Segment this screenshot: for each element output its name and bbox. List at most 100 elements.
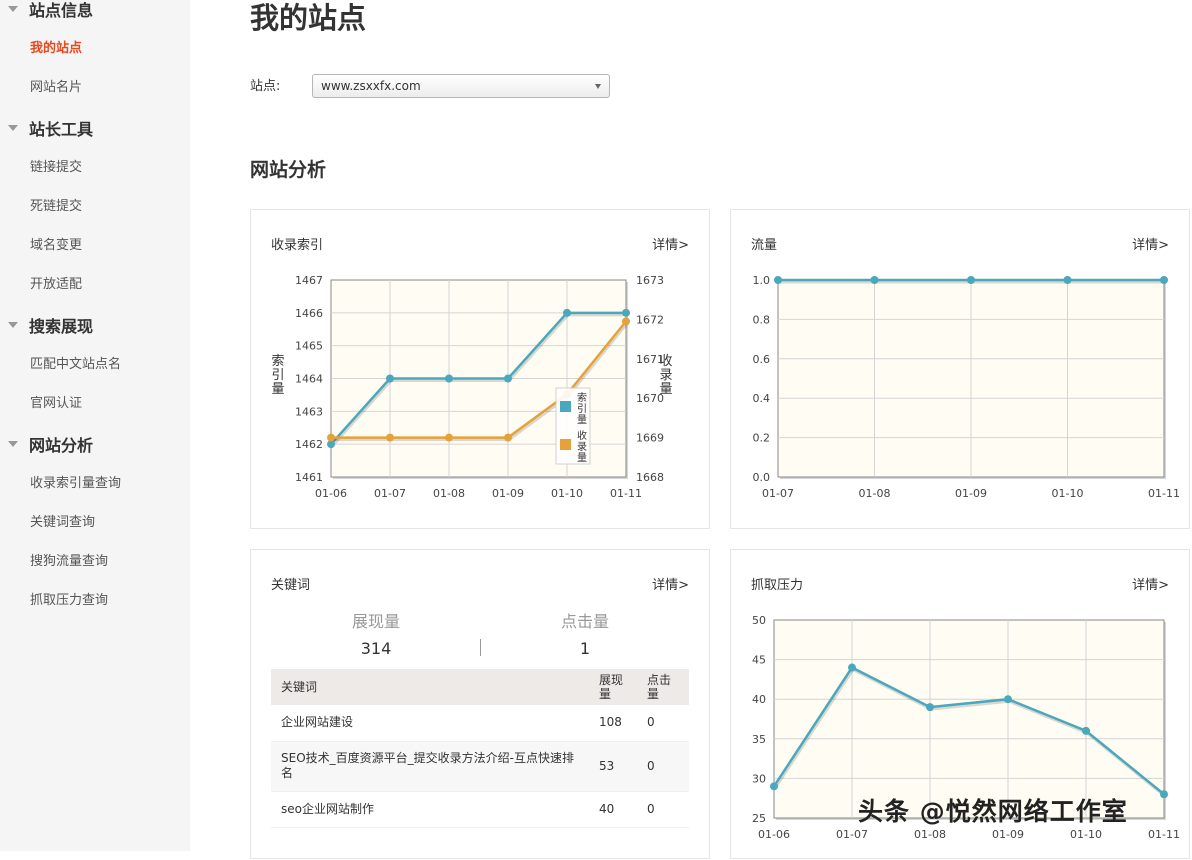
table-header-row: 关键词 展现量 点击量	[271, 669, 689, 705]
x-tick-label: 01-09	[992, 828, 1024, 841]
clicks-label: 点击量	[560, 612, 609, 631]
x-tick-label: 01-10	[1052, 487, 1084, 500]
sidebar-section-label: 站长工具	[29, 120, 94, 139]
y-tick-label: 1464	[295, 373, 323, 386]
x-tick-label: 01-11	[1148, 487, 1180, 500]
data-point	[848, 663, 856, 672]
table-row[interactable]: SEO技术_百度资源平台_提交收录方法介绍-互点快速排名 53 0	[271, 741, 689, 792]
sidebar-section-label: 站点信息	[29, 1, 94, 20]
sidebar-section-site-info[interactable]: 站点信息	[8, 0, 93, 21]
sidebar-item-my-sites[interactable]: 我的站点	[30, 39, 82, 59]
sidebar: 站点信息 我的站点 网站名片 站长工具 链接提交 死链提交 域名变更 开放适配 …	[0, 0, 190, 851]
sidebar-item-crawl-query[interactable]: 抓取压力查询	[30, 591, 108, 611]
section-title: 网站分析	[250, 159, 327, 181]
sidebar-item-deadlink-submit[interactable]: 死链提交	[30, 197, 82, 217]
x-tick-label: 01-10	[1070, 828, 1102, 841]
traffic-card: 流量 详情> 0.0 0.2 0.4 0.6 0.8 1.0 01-07 01-08 01-09…	[730, 209, 1190, 529]
sidebar-section-site-analysis[interactable]: 网站分析	[8, 432, 93, 456]
sidebar-item-link-submit[interactable]: 链接提交	[30, 158, 82, 178]
legend-swatch	[560, 439, 571, 450]
legend-label: 量	[577, 414, 587, 426]
data-point	[870, 276, 879, 284]
y-tick-label: 35	[752, 733, 766, 746]
column-header-impressions[interactable]: 展现量	[589, 669, 637, 705]
y-tick-label: 0.2	[753, 432, 771, 445]
legend-swatch	[560, 401, 571, 412]
y-tick-label: 1.0	[753, 274, 771, 287]
keyword-cell: 企业网站建设	[271, 705, 589, 742]
data-point	[563, 308, 571, 317]
data-point	[504, 433, 512, 442]
sidebar-item-traffic-query[interactable]: 搜狗流量查询	[30, 552, 108, 572]
site-select[interactable]: www.zsxxfx.com	[312, 74, 610, 98]
y-tick-label: 0.6	[753, 353, 771, 366]
keyword-cell: seo企业网站制作	[271, 791, 589, 828]
keywords-card: 关键词 详情> 展现量 点击量 314 1 关键词 展现量 点击量 企业网站建设…	[250, 549, 710, 859]
details-link[interactable]: 详情>	[652, 574, 689, 593]
data-point	[622, 308, 630, 317]
y2-tick-label: 1673	[636, 274, 664, 287]
chevron-down-icon	[595, 84, 601, 89]
y-tick-label: 0.4	[753, 392, 771, 405]
collapse-triangle-icon	[8, 322, 18, 328]
impressions-value: 314	[360, 639, 392, 658]
column-header-keyword[interactable]: 关键词	[271, 669, 589, 705]
sidebar-section-webmaster-tools[interactable]: 站长工具	[8, 116, 93, 140]
column-header-clicks[interactable]: 点击量	[637, 669, 689, 705]
table-row[interactable]: 企业网站建设 108 0	[271, 705, 689, 742]
legend-label: 引	[577, 403, 587, 415]
data-point	[327, 433, 335, 442]
sidebar-item-keyword-query[interactable]: 关键词查询	[30, 513, 95, 533]
impressions-label: 展现量	[351, 612, 400, 631]
sidebar-item-domain-change[interactable]: 域名变更	[30, 236, 82, 256]
data-point	[967, 276, 975, 284]
collapse-triangle-icon	[8, 441, 18, 447]
data-point	[1063, 276, 1072, 284]
y-tick-label: 25	[752, 812, 766, 825]
index-chart: 1461 1462 1463 1464 1465 1466 1467 01-06 01-07 01…	[271, 274, 672, 500]
y-tick-label: 30	[752, 772, 766, 785]
y-tick-label: 0.0	[753, 471, 771, 484]
x-tick-label: 01-09	[492, 487, 524, 500]
x-tick-label: 01-08	[914, 828, 946, 841]
y-tick-label: 1466	[295, 307, 323, 320]
x-tick-label: 01-10	[551, 487, 583, 500]
keyword-table: 关键词 展现量 点击量 企业网站建设 108 0 SEO技术_百度资源平台_提交…	[271, 669, 689, 828]
legend-label: 索	[577, 391, 587, 404]
y2-tick-label: 1672	[636, 313, 664, 326]
sidebar-item-open-adapt[interactable]: 开放适配	[30, 275, 82, 295]
impressions-cell: 53	[589, 741, 637, 792]
x-tick-label: 01-07	[374, 487, 406, 500]
sidebar-item-site-card[interactable]: 网站名片	[30, 78, 82, 98]
y-tick-label: 45	[752, 654, 766, 667]
keyword-cell: SEO技术_百度资源平台_提交收录方法介绍-互点快速排名	[271, 741, 589, 792]
data-point	[1082, 726, 1090, 735]
sidebar-section-label: 网站分析	[29, 436, 94, 455]
data-point	[386, 433, 394, 442]
sidebar-section-label: 搜索展现	[29, 317, 94, 336]
sidebar-item-index-query[interactable]: 收录索引量查询	[30, 474, 121, 494]
x-tick-label: 01-06	[758, 828, 790, 841]
data-point	[622, 317, 630, 326]
y2-tick-label: 1668	[636, 471, 664, 484]
collapse-triangle-icon	[8, 6, 18, 12]
site-select-value: www.zsxxfx.com	[321, 79, 421, 93]
plot-area	[773, 619, 1165, 819]
card-title: 关键词	[271, 578, 311, 593]
x-tick-label: 01-09	[955, 487, 987, 500]
stat-divider	[480, 639, 481, 656]
table-row[interactable]: seo企业网站制作 40 0	[271, 791, 689, 828]
sidebar-item-cn-site-name[interactable]: 匹配中文站点名	[30, 355, 121, 375]
x-tick-label: 01-07	[762, 487, 794, 500]
page-title: 我的站点	[250, 1, 367, 35]
x-tick-label: 01-11	[1148, 828, 1180, 841]
sidebar-item-official-cert[interactable]: 官网认证	[30, 394, 82, 414]
data-point	[445, 433, 453, 442]
sidebar-section-search-display[interactable]: 搜索展现	[8, 313, 93, 337]
y-tick-label: 40	[752, 693, 766, 706]
data-point	[1160, 790, 1168, 799]
clicks-cell: 0	[637, 741, 689, 792]
y-tick-label: 1462	[295, 438, 323, 451]
y-tick-label: 0.8	[753, 313, 771, 326]
traffic-chart: 0.0 0.2 0.4 0.6 0.8 1.0 01-07 01-08 01-09 01-10 01…	[753, 274, 1180, 500]
